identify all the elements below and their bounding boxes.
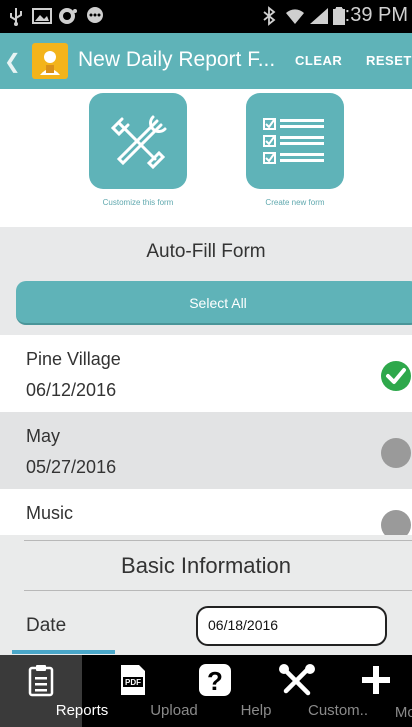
date-field[interactable]: 06/18/2016 xyxy=(196,606,387,646)
nav-more[interactable]: More xyxy=(340,655,412,727)
app-title: New Daily Report F... xyxy=(78,48,276,71)
divider xyxy=(24,540,412,541)
list-item-name: Music xyxy=(26,503,74,523)
autofill-title: Auto-Fill Form xyxy=(146,241,266,262)
wifi-icon xyxy=(286,9,304,24)
reset-button[interactable]: RESET xyxy=(366,53,412,68)
tools-icon xyxy=(279,664,315,696)
back-chevron-icon[interactable]: ❮ xyxy=(4,49,21,74)
nav-customize[interactable]: Custom.. xyxy=(256,655,368,727)
clear-button[interactable]: CLEAR xyxy=(295,53,342,68)
bottom-nav: Reports PDF Upload ? Help Custom.. Mo xyxy=(0,655,412,727)
checkmark-selected-icon[interactable] xyxy=(380,360,412,392)
divider xyxy=(24,590,412,591)
list-item-date: 06/12/2016 xyxy=(26,380,117,400)
list-item[interactable]: Pine Village 06/12/2016 xyxy=(0,335,412,412)
list-item-name: Pine Village xyxy=(26,349,121,369)
tools-icon xyxy=(110,115,167,170)
create-form-tile[interactable] xyxy=(246,93,344,189)
pdf-icon: PDF xyxy=(121,665,145,695)
svg-text:?: ? xyxy=(207,666,223,696)
unselected-circle-icon[interactable] xyxy=(380,437,412,469)
app-logo-icon xyxy=(40,51,60,75)
help-icon: ? xyxy=(199,664,231,696)
select-all-button[interactable]: Select All xyxy=(16,281,412,325)
customize-form-tile[interactable] xyxy=(89,93,187,189)
list-item-name: May xyxy=(26,426,61,446)
camera-icon xyxy=(59,8,77,24)
app-bar: ❮ New Daily Report F... CLEAR RESET xyxy=(0,33,412,89)
basic-information-section: Basic Information Date 06/18/2016 xyxy=(0,535,412,655)
clipboard-icon xyxy=(28,665,54,697)
checklist-icon xyxy=(263,118,324,164)
active-tab-indicator xyxy=(12,650,115,654)
list-item[interactable]: Music xyxy=(0,489,412,535)
svg-text:PDF: PDF xyxy=(125,678,141,687)
bluetooth-icon xyxy=(263,6,276,26)
usb-icon xyxy=(10,8,22,26)
unselected-circle-icon[interactable] xyxy=(380,509,412,535)
signal-icon xyxy=(310,8,328,24)
form-actions: Customize this form Create new form xyxy=(0,89,412,227)
image-icon xyxy=(32,8,52,24)
date-label: Date xyxy=(26,615,67,636)
nav-reports[interactable]: Reports xyxy=(0,655,108,727)
autofill-section: Auto-Fill Form Select All xyxy=(0,227,412,335)
plus-icon xyxy=(362,666,390,694)
nav-help[interactable]: ? Help xyxy=(174,655,271,727)
list-item[interactable]: May 05/27/2016 xyxy=(0,412,412,489)
list-item-date: 05/27/2016 xyxy=(26,457,117,477)
status-bar: 2:39 PM xyxy=(0,0,412,33)
customize-form-label: Customize this form xyxy=(102,198,174,207)
nav-label: More xyxy=(394,704,412,721)
create-form-label: Create new form xyxy=(265,198,325,207)
section-heading: Basic Information xyxy=(121,553,291,578)
app-logo xyxy=(32,43,68,79)
status-time: 2:39 PM xyxy=(333,4,408,26)
nav-upload[interactable]: PDF Upload xyxy=(92,655,198,727)
chat-icon xyxy=(87,7,103,23)
